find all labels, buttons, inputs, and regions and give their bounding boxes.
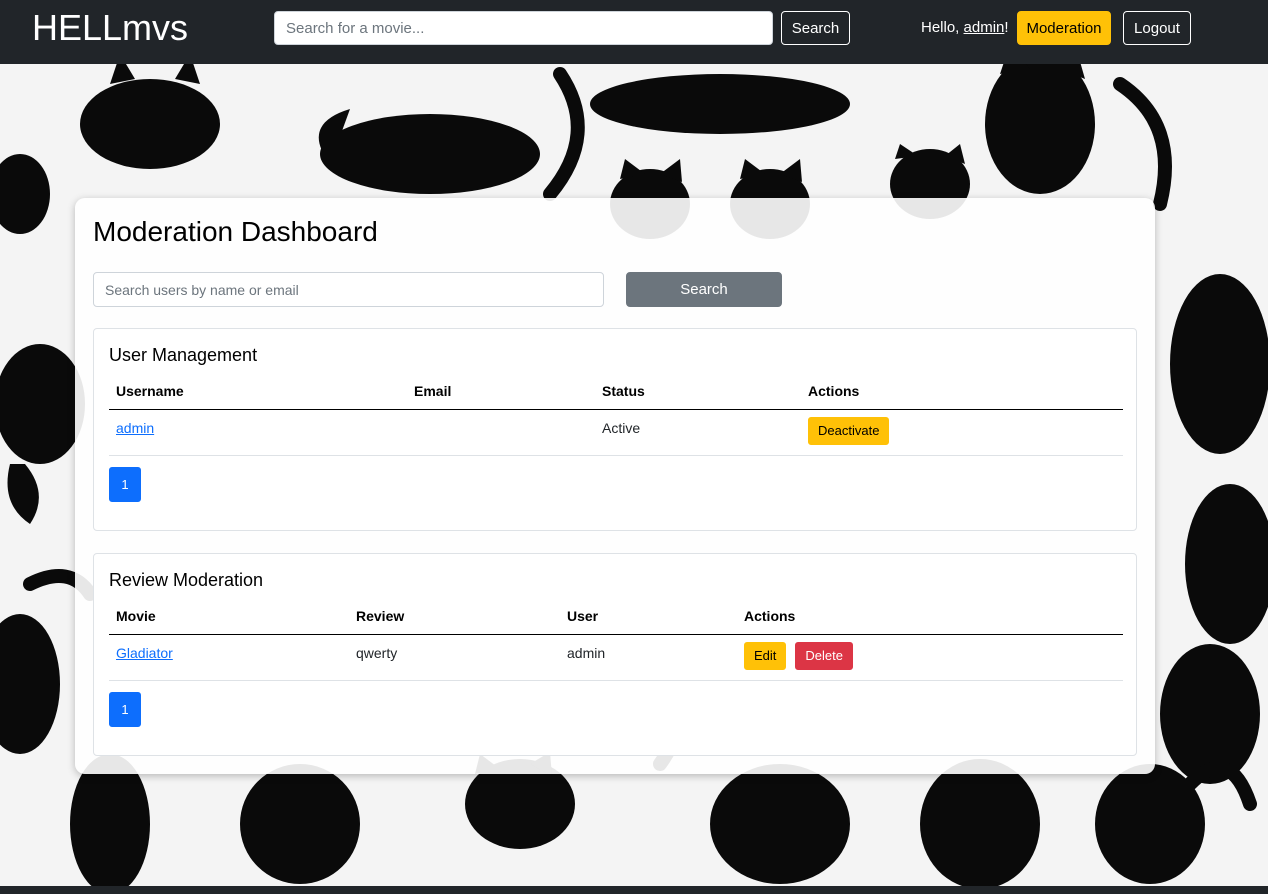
reviews-page-button[interactable]: 1 [109, 692, 141, 727]
top-navbar: HELLmvs Search Hello, admin! Moderation … [0, 0, 1268, 64]
greeting-suffix: ! [1004, 19, 1009, 36]
user-search-button[interactable]: Search [626, 272, 782, 307]
column-header-actions: Actions [801, 373, 1123, 410]
movie-search-input[interactable] [274, 11, 773, 45]
cell-actions: Deactivate [801, 409, 1123, 456]
page-title: Moderation Dashboard [93, 216, 378, 247]
table-header-row: Username Email Status Actions [109, 373, 1123, 410]
column-header-review: Review [349, 598, 560, 635]
cell-actions: Edit Delete [737, 634, 1123, 681]
cell-email [407, 409, 595, 456]
table-row: admin Active Deactivate [109, 409, 1123, 456]
section-title: User Management [109, 345, 258, 365]
column-header-movie: Movie [109, 598, 349, 635]
column-header-email: Email [407, 373, 595, 410]
moderation-button[interactable]: Moderation [1017, 11, 1111, 45]
greeting-prefix: Hello, [921, 19, 964, 36]
delete-review-button[interactable]: Delete [795, 641, 853, 670]
cell-status: Active [595, 409, 801, 456]
column-header-username: Username [109, 373, 407, 410]
column-header-status: Status [595, 373, 801, 410]
user-management-section: User Management Username Email Status Ac… [93, 328, 1137, 531]
edit-review-button[interactable]: Edit [744, 641, 787, 670]
column-header-actions: Actions [737, 598, 1123, 635]
table-header-row: Movie Review User Actions [109, 598, 1123, 635]
user-link[interactable]: admin [116, 420, 154, 436]
bottom-bar [0, 886, 1268, 894]
users-page-button[interactable]: 1 [109, 467, 141, 502]
users-table: Username Email Status Actions admin Acti… [109, 373, 1123, 456]
cell-movie: Gladiator [109, 634, 349, 681]
review-moderation-section: Review Moderation Movie Review User Acti… [93, 553, 1137, 756]
moderation-dashboard-card: Moderation Dashboard Search User Managem… [75, 198, 1155, 774]
brand-logo[interactable]: HELLmvs [32, 6, 188, 50]
deactivate-button[interactable]: Deactivate [808, 416, 890, 445]
user-search-input[interactable] [93, 272, 604, 307]
reviews-table: Movie Review User Actions Gladiator qwer… [109, 598, 1123, 681]
movie-link[interactable]: Gladiator [116, 645, 173, 661]
movie-search-button[interactable]: Search [781, 11, 850, 45]
cell-username: admin [109, 409, 407, 456]
section-title: Review Moderation [109, 570, 264, 590]
cell-review: qwerty [349, 634, 560, 681]
cell-user: admin [560, 634, 737, 681]
greeting: Hello, admin! [921, 19, 1009, 36]
table-row: Gladiator qwerty admin Edit Delete [109, 634, 1123, 681]
column-header-user: User [560, 598, 737, 635]
logout-button[interactable]: Logout [1123, 11, 1191, 45]
profile-link[interactable]: admin [964, 19, 1005, 36]
